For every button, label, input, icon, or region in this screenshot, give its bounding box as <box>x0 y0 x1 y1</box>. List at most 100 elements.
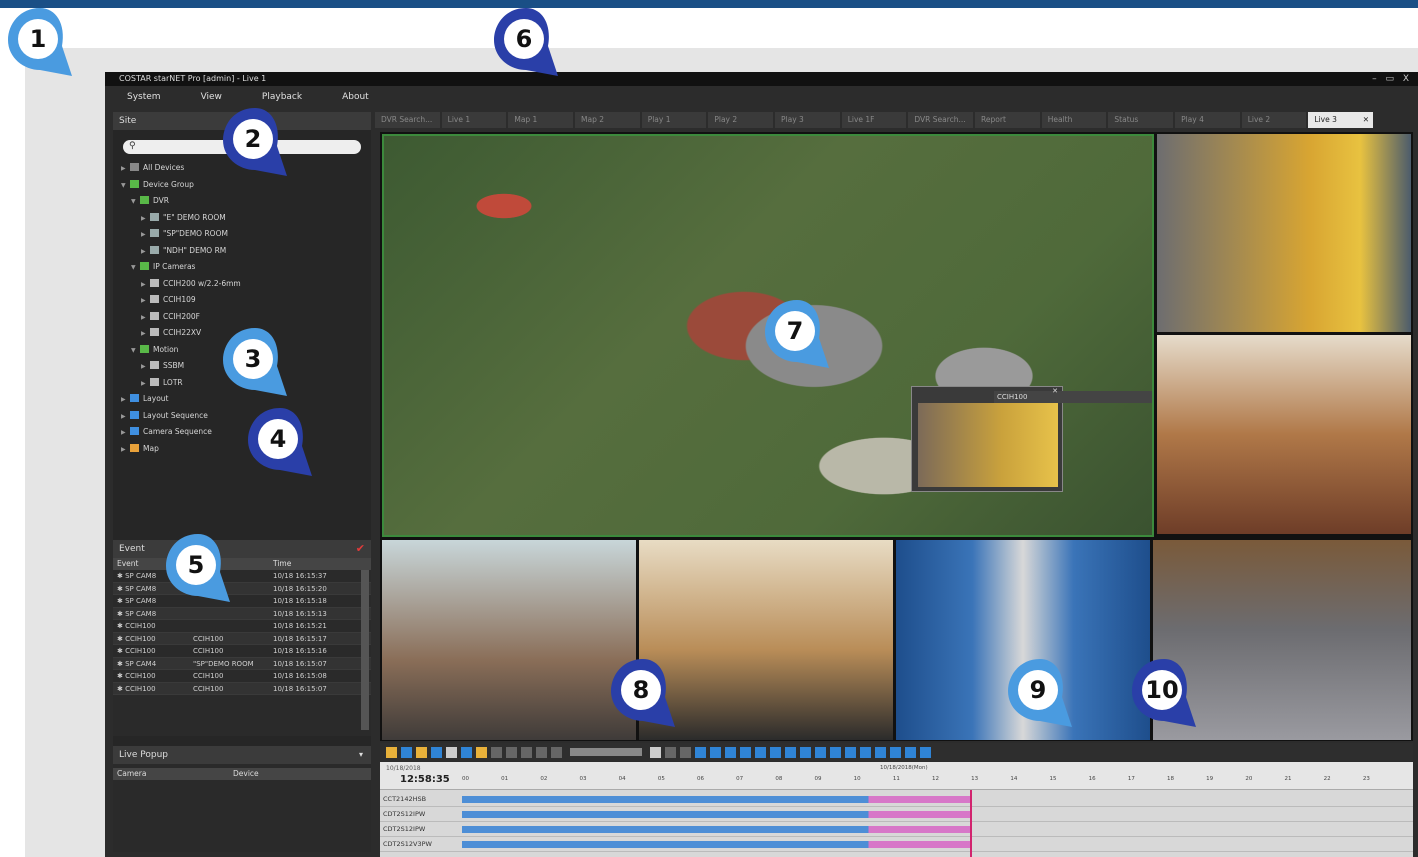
zoom-icon[interactable] <box>401 746 412 758</box>
layout-1plus12-icon[interactable] <box>815 746 826 758</box>
tab-play-4[interactable]: Play 4 <box>1175 112 1240 128</box>
layout-5x5-icon[interactable] <box>755 746 766 758</box>
chevron-down-icon[interactable]: ▾ <box>359 746 363 764</box>
expand-toggle-icon[interactable]: ▶ <box>121 409 130 426</box>
event-row[interactable]: ✱ SP CAM8 10/18 16:15:37 <box>113 570 371 583</box>
layout-wide-icon[interactable] <box>860 746 871 758</box>
folder-icon[interactable] <box>416 746 427 758</box>
step-forward-icon[interactable] <box>680 746 691 758</box>
expand-toggle-icon[interactable]: ▶ <box>141 277 150 294</box>
timeline-cursor[interactable] <box>969 790 972 857</box>
tree-node[interactable]: ▶ CCIH109 <box>119 292 369 309</box>
tab-map-2[interactable]: Map 2 <box>575 112 640 128</box>
expand-toggle-icon[interactable]: ▶ <box>141 310 150 327</box>
timeline-camera-row[interactable]: CDT2S12IPW <box>380 822 1413 837</box>
next-frame-icon[interactable] <box>665 746 676 758</box>
tab-health[interactable]: Health <box>1041 112 1107 128</box>
tree-node[interactable]: ▼ IP Cameras <box>119 259 369 276</box>
video-cell-library[interactable] <box>1157 335 1411 534</box>
event-row[interactable]: ✱ CCIH100 CCIH100 10/18 16:15:08 <box>113 670 371 683</box>
layout-2x2-icon[interactable] <box>710 746 721 758</box>
event-row[interactable]: ✱ SP CAM8 10/18 16:15:18 <box>113 595 371 608</box>
window-controls[interactable]: – ▭ X <box>1372 72 1412 86</box>
layout-2plus8-icon[interactable] <box>830 746 841 758</box>
tab-play-1[interactable]: Play 1 <box>641 112 707 128</box>
expand-toggle-icon[interactable]: ▼ <box>131 194 140 211</box>
tab-live-3[interactable]: Live 3 ✕ <box>1308 112 1374 128</box>
expand-toggle-icon[interactable]: ▶ <box>141 227 150 244</box>
expand-toggle-icon[interactable]: ▼ <box>131 260 140 277</box>
layout-3x3-icon[interactable] <box>725 746 736 758</box>
expand-toggle-icon[interactable]: ▶ <box>121 161 130 178</box>
alarm-icon[interactable] <box>386 746 397 758</box>
expand-toggle-icon[interactable]: ▶ <box>121 442 130 459</box>
bookmark-icon[interactable] <box>476 746 487 758</box>
tab-map-1[interactable]: Map 1 <box>508 112 574 128</box>
tab-status[interactable]: Status <box>1108 112 1174 128</box>
expand-toggle-icon[interactable]: ▶ <box>141 244 150 261</box>
rewind-icon[interactable] <box>506 746 517 758</box>
close-icon[interactable]: ✕ <box>1052 387 1058 395</box>
expand-toggle-icon[interactable]: ▼ <box>121 178 130 195</box>
play-icon[interactable] <box>551 746 562 758</box>
layout-4x4-icon[interactable] <box>740 746 751 758</box>
video-cell-classroom[interactable] <box>382 540 636 740</box>
event-row[interactable]: ✱ SP CAM8 10/18 16:15:20 <box>113 582 371 595</box>
recording-timeline[interactable]: 10/18/2018 12:58:35 10/18/2018(Mon) 00 01… <box>380 762 1413 857</box>
tree-node[interactable]: ▼ DVR <box>119 193 369 210</box>
checkmark-icon[interactable]: ✔ <box>356 540 365 558</box>
expand-toggle-icon[interactable]: ▶ <box>141 376 150 393</box>
fullscreen-icon[interactable] <box>890 746 901 758</box>
expand-toggle-icon[interactable]: ▼ <box>131 343 140 360</box>
layout-custom-icon[interactable] <box>845 746 856 758</box>
timeline-camera-row[interactable]: CCT2142HSB <box>380 792 1413 807</box>
export-icon[interactable] <box>431 746 442 758</box>
sequence-prev-icon[interactable] <box>905 746 916 758</box>
close-icon[interactable]: ✕ <box>1363 112 1369 128</box>
tree-node[interactable]: ▶ "SP"DEMO ROOM <box>119 226 369 243</box>
event-row[interactable]: ✱ CCIH100 CCIH100 10/18 16:15:16 <box>113 645 371 658</box>
event-row[interactable]: ✱ SP CAM8 10/18 16:15:13 <box>113 607 371 620</box>
tab-play-2[interactable]: Play 2 <box>708 112 774 128</box>
layout-1plus7-icon[interactable] <box>800 746 811 758</box>
save-icon[interactable] <box>461 746 472 758</box>
tree-node[interactable]: ▶ "E" DEMO ROOM <box>119 210 369 227</box>
expand-toggle-icon[interactable]: ▶ <box>141 211 150 228</box>
event-row[interactable]: ✱ CCIH100 CCIH100 10/18 16:15:17 <box>113 632 371 645</box>
step-back-icon[interactable] <box>491 746 502 758</box>
event-row[interactable]: ✱ CCIH100 10/18 16:15:21 <box>113 620 371 633</box>
tab-live-1[interactable]: Live 1 <box>441 112 507 128</box>
speed-slider[interactable] <box>570 748 642 756</box>
audio-icon[interactable] <box>650 746 661 758</box>
prev-frame-icon[interactable] <box>536 746 547 758</box>
video-cell-buses[interactable] <box>1157 134 1411 332</box>
tab-report[interactable]: Report <box>975 112 1040 128</box>
popup-video-window[interactable]: CCIH100 ✕ <box>911 386 1152 492</box>
expand-toggle-icon[interactable]: ▶ <box>141 359 150 376</box>
sequence-next-icon[interactable] <box>920 746 931 758</box>
layout-6x6-icon[interactable] <box>770 746 781 758</box>
tree-node[interactable]: ▶ "NDH" DEMO RM <box>119 243 369 260</box>
tab-live-2[interactable]: Live 2 <box>1241 112 1307 128</box>
expand-toggle-icon[interactable]: ▶ <box>121 392 130 409</box>
tab-live-1f[interactable]: Live 1F <box>841 112 907 128</box>
timeline-camera-row[interactable]: CDT2S12IPW <box>380 807 1413 822</box>
menu-about[interactable]: About <box>320 86 387 108</box>
expand-toggle-icon[interactable]: ▶ <box>141 293 150 310</box>
event-row[interactable]: ✱ SP CAM4 "SP"DEMO ROOM 10/18 16:15:07 <box>113 657 371 670</box>
event-scrollbar[interactable] <box>361 570 369 730</box>
event-row[interactable]: ✱ CCIH100 CCIH100 10/18 16:15:07 <box>113 682 371 695</box>
expand-toggle-icon[interactable]: ▶ <box>141 326 150 343</box>
tab-play-3[interactable]: Play 3 <box>775 112 840 128</box>
timeline-camera-row[interactable]: CDT2S12V3PW <box>380 837 1413 852</box>
pause-icon[interactable] <box>521 746 532 758</box>
expand-toggle-icon[interactable]: ▶ <box>121 425 130 442</box>
tab-dvr-search-[interactable]: DVR Search... <box>908 112 974 128</box>
layout-1x1-icon[interactable] <box>695 746 706 758</box>
layout-1plus5-icon[interactable] <box>785 746 796 758</box>
menu-system[interactable]: System <box>105 86 179 108</box>
tab-dvr-search-[interactable]: DVR Search... <box>375 112 440 128</box>
print-icon[interactable] <box>446 746 457 758</box>
layout-8x8-icon[interactable] <box>875 746 886 758</box>
tree-node[interactable]: ▶ CCIH200 w/2.2-6mm <box>119 276 369 293</box>
